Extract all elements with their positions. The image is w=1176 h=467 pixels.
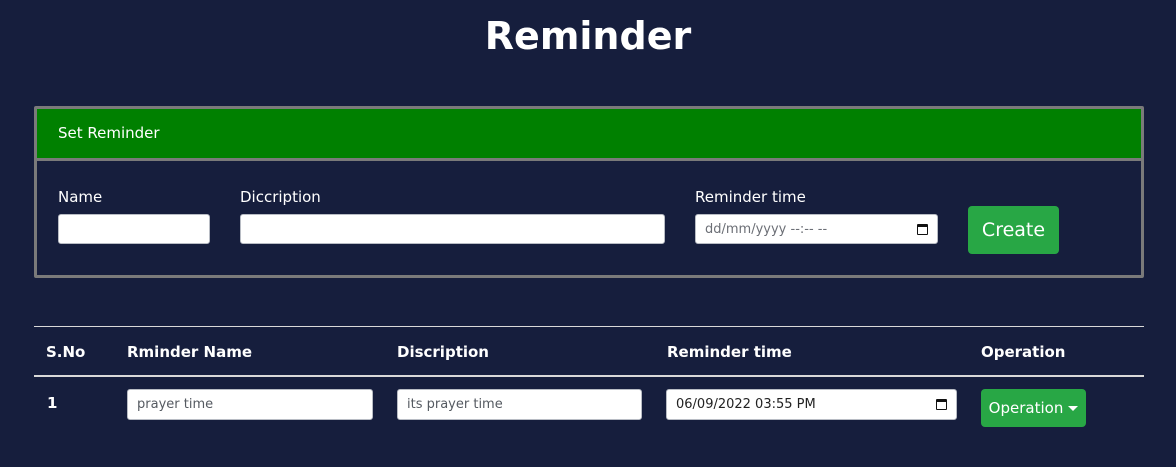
column-header-sno: S.No	[46, 343, 86, 361]
calendar-icon[interactable]	[936, 399, 947, 410]
column-header-reminder-name: Rminder Name	[127, 343, 253, 361]
row-time-input[interactable]: 06/09/2022 03:55 PM	[666, 389, 957, 420]
operation-label: Operation	[988, 399, 1064, 417]
create-button[interactable]: Create	[968, 206, 1059, 254]
card-header: Set Reminder	[37, 109, 1141, 161]
row-time-value: 06/09/2022 03:55 PM	[676, 397, 816, 412]
column-header-operation: Operation	[981, 343, 1066, 361]
name-label: Name	[58, 188, 103, 206]
column-header-description: Discription	[397, 343, 489, 361]
reminder-time-input[interactable]: dd/mm/yyyy --:-- --	[695, 214, 938, 244]
column-header-reminder-time: Reminder time	[667, 343, 792, 361]
row-name-input[interactable]: prayer time	[127, 389, 373, 420]
description-label: Diccription	[240, 188, 321, 206]
description-input[interactable]	[240, 214, 665, 244]
set-reminder-card: Set Reminder Name Diccription Reminder t…	[34, 106, 1144, 278]
page-title: Reminder	[484, 14, 692, 58]
table-header-divider	[34, 375, 1144, 377]
caret-down-icon	[1068, 405, 1079, 411]
reminder-time-placeholder: dd/mm/yyyy --:-- --	[705, 221, 828, 237]
row-description-input[interactable]: its prayer time	[397, 389, 642, 420]
operation-dropdown-button[interactable]: Operation	[981, 389, 1086, 427]
reminder-time-label: Reminder time	[695, 188, 806, 206]
calendar-icon[interactable]	[917, 223, 928, 235]
name-input[interactable]	[58, 214, 210, 244]
row-sno: 1	[47, 394, 58, 412]
table-top-divider	[34, 326, 1144, 327]
